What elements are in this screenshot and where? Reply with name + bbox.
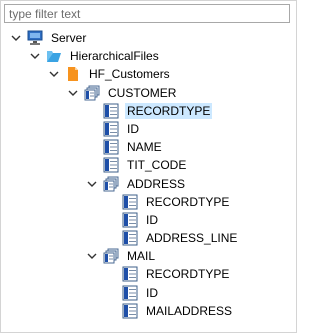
tree-node-hf-customers[interactable]: HF_Customers	[1, 65, 296, 83]
tree-node-field[interactable]: ID	[1, 284, 296, 302]
tree-node-label: ADDRESS_LINE	[146, 231, 238, 246]
chevron-down-icon[interactable]	[85, 175, 99, 193]
tree-node-customer[interactable]: CUSTOMER	[1, 84, 296, 102]
folder-icon	[46, 48, 62, 64]
tree-node-label: CUSTOMER	[108, 85, 177, 100]
tree-node-label: HierarchicalFiles	[70, 49, 159, 64]
field-icon	[122, 285, 138, 301]
tree-node-label: RECORDTYPE	[125, 102, 213, 119]
tree-node-field[interactable]: TIT_CODE	[1, 156, 296, 174]
tree-node-label: ID	[127, 121, 139, 136]
field-icon	[103, 157, 119, 173]
field-icon	[122, 303, 138, 319]
chevron-down-icon[interactable]	[28, 47, 42, 65]
tree-node-field[interactable]: RECORDTYPE	[1, 102, 296, 120]
tree-node-label: MAILADDRESS	[146, 303, 233, 318]
tree-node-hierarchicalfiles[interactable]: HierarchicalFiles	[1, 47, 296, 65]
tree-node-label: Server	[51, 31, 87, 45]
tree-node-label: MAIL	[127, 249, 156, 264]
tree-node-mail[interactable]: MAIL	[1, 247, 296, 265]
segment-icon	[103, 248, 119, 264]
file-tree-panel: Server HierarchicalFiles	[0, 0, 297, 333]
chevron-down-icon[interactable]	[47, 65, 61, 83]
tree-node-server[interactable]: Server	[1, 29, 296, 47]
filter-input[interactable]	[4, 4, 290, 23]
field-icon	[122, 266, 138, 282]
tree-node-field[interactable]: NAME	[1, 138, 296, 156]
tree-node-label: TIT_CODE	[127, 158, 187, 173]
tree-node-field[interactable]: ID	[1, 120, 296, 138]
field-icon	[103, 121, 119, 137]
field-icon	[103, 103, 119, 119]
field-icon	[122, 212, 138, 228]
tree-node-field[interactable]: RECORDTYPE	[1, 265, 296, 283]
tree-node-field[interactable]: ADDRESS_LINE	[1, 229, 296, 247]
tree-node-label: NAME	[127, 140, 162, 155]
segment-icon	[103, 176, 119, 192]
segment-icon	[84, 85, 100, 101]
tree-node-label: ID	[146, 285, 158, 300]
server-icon	[27, 30, 43, 46]
chevron-down-icon[interactable]	[9, 29, 23, 47]
tree-node-label: RECORDTYPE	[146, 267, 230, 282]
tree-node-label: HF_Customers	[89, 67, 170, 82]
chevron-down-icon[interactable]	[66, 84, 80, 102]
field-icon	[103, 139, 119, 155]
file-icon	[65, 66, 81, 82]
tree-node-label: ADDRESS	[127, 176, 186, 191]
field-icon	[122, 230, 138, 246]
field-icon	[122, 194, 138, 210]
tree-node-label: ID	[146, 212, 158, 227]
tree-node-address[interactable]: ADDRESS	[1, 175, 296, 193]
tree-node-field[interactable]: MAILADDRESS	[1, 302, 296, 320]
tree-node-field[interactable]: RECORDTYPE	[1, 193, 296, 211]
chevron-down-icon[interactable]	[85, 247, 99, 265]
tree-view: Server HierarchicalFiles HF_Customers CU…	[1, 29, 296, 320]
tree-node-field[interactable]: ID	[1, 211, 296, 229]
tree-node-label: RECORDTYPE	[146, 194, 230, 209]
